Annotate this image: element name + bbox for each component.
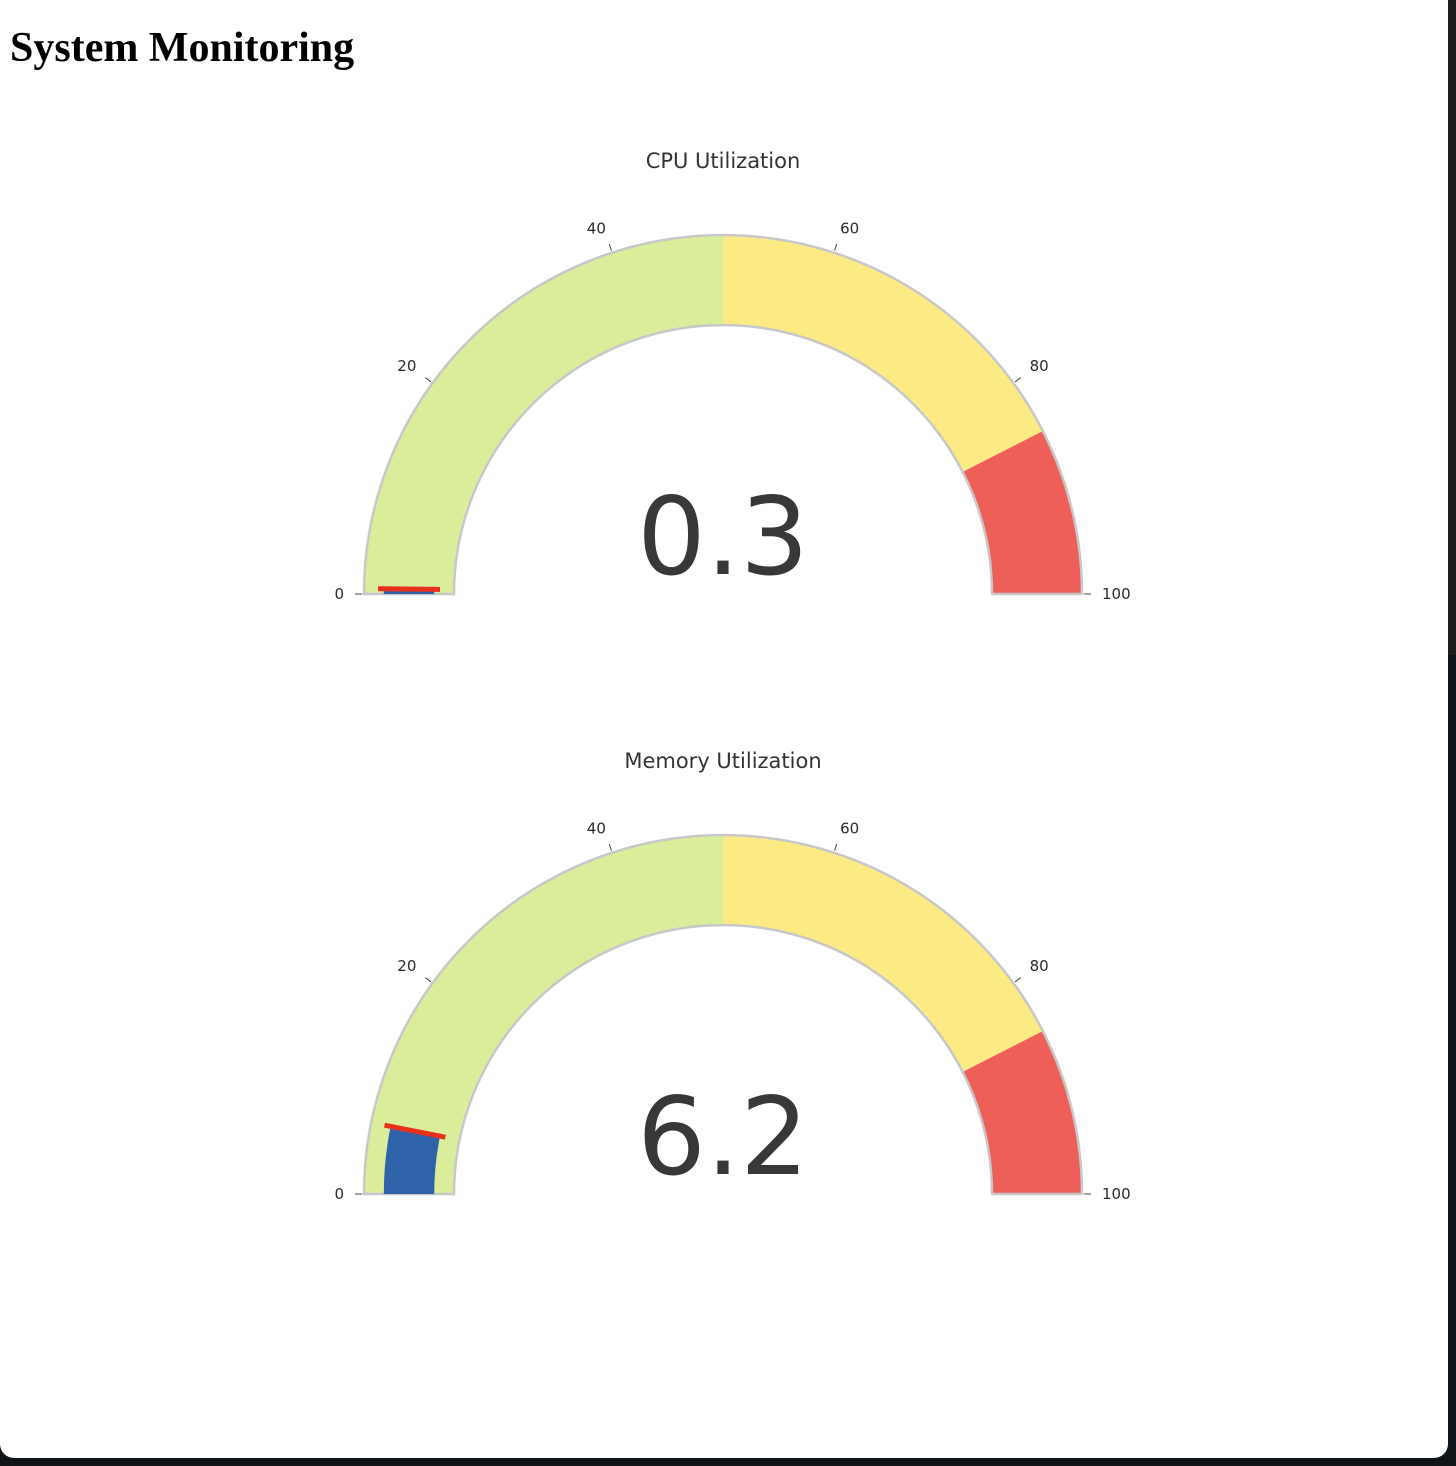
gauge-tick xyxy=(608,843,612,851)
gauge-tick xyxy=(1014,977,1022,983)
gauge-tick-label: 60 xyxy=(840,820,859,838)
gauge-threshold-line xyxy=(377,586,441,592)
gauge-tick-label: 100 xyxy=(1102,585,1131,603)
memory-gauge-chart: Memory Utilization 0 20 40 60 80 100 6.2 xyxy=(334,749,1131,1203)
gauge-tick-label: 40 xyxy=(587,220,606,238)
background-terminal xyxy=(1448,0,1456,655)
gauge-tick-label: 100 xyxy=(1102,1185,1131,1203)
gauge-value-bar xyxy=(383,1128,440,1194)
cpu-gauge-chart: CPU Utilization 0 20 40 60 80 100 0.3 xyxy=(334,149,1131,603)
gauge-tick-label: 0 xyxy=(334,585,344,603)
gauge-tick-label: 0 xyxy=(334,1185,344,1203)
gauge-tick-label: 20 xyxy=(397,957,416,975)
gauge-tick-label: 20 xyxy=(397,357,416,375)
gauge-tick xyxy=(608,243,612,251)
page-title: System Monitoring xyxy=(10,25,355,71)
gauge-step-band xyxy=(723,235,1043,472)
gauge-tick-label: 80 xyxy=(1030,957,1049,975)
gauge-tick xyxy=(424,377,432,383)
gauge-tick xyxy=(1014,377,1022,383)
gauge-tick-label: 60 xyxy=(840,220,859,238)
gauge-value-number: 6.2 xyxy=(637,1075,809,1200)
gauge-value-number: 0.3 xyxy=(637,475,809,600)
gauge-tick xyxy=(834,243,838,251)
gauge-tick xyxy=(424,977,432,983)
gauge-title: Memory Utilization xyxy=(624,749,821,773)
gauge-title: CPU Utilization xyxy=(646,149,801,173)
gauge-step-band xyxy=(723,835,1043,1072)
gauge-tick-label: 80 xyxy=(1030,357,1049,375)
gauge-tick-label: 40 xyxy=(587,820,606,838)
browser-viewport: System Monitoring CPU Utilization 0 20 40 60… xyxy=(0,0,1448,1458)
gauge-tick xyxy=(834,843,838,851)
